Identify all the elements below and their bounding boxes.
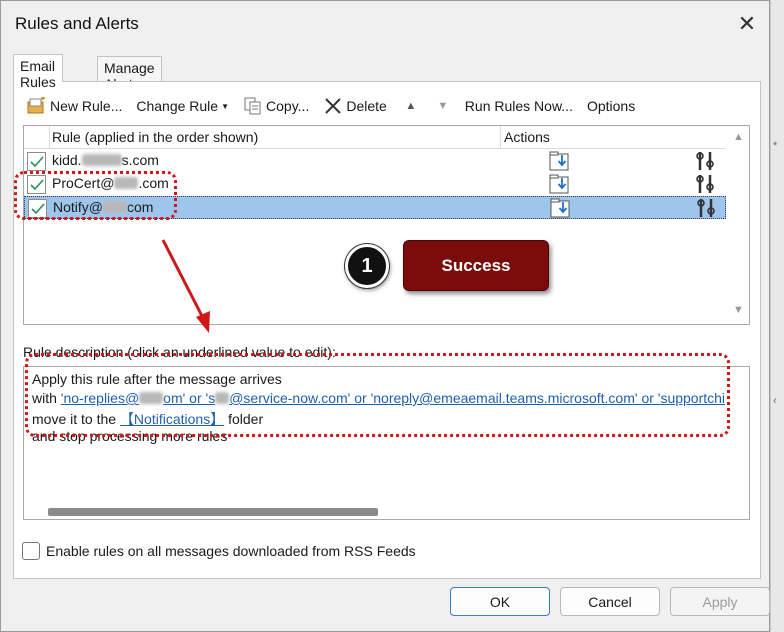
new-rule-button[interactable]: New Rule... bbox=[24, 94, 125, 118]
move-to-folder-icon bbox=[549, 174, 569, 194]
options-label: Options bbox=[586, 98, 636, 114]
close-button[interactable]: ✕ bbox=[729, 7, 765, 41]
rule-name: kidd. s.com bbox=[52, 152, 159, 168]
background-window-edge: * ‹ bbox=[770, 0, 784, 632]
new-rule-label: New Rule... bbox=[50, 98, 123, 114]
edge-glyph: * bbox=[773, 140, 778, 152]
step-number-badge: 1 bbox=[345, 244, 389, 288]
rule-row[interactable]: kidd. s.com bbox=[24, 150, 726, 173]
rule-name-suffix: s.com bbox=[121, 152, 159, 168]
close-icon: ✕ bbox=[737, 11, 757, 36]
edge-glyph: ‹ bbox=[773, 395, 777, 407]
cancel-button[interactable]: Cancel bbox=[560, 587, 660, 616]
header-rule-column[interactable]: Rule (applied in the order shown) bbox=[52, 129, 258, 145]
move-up-button[interactable]: ▲ bbox=[398, 94, 424, 118]
run-rules-now-button[interactable]: Run Rules Now... bbox=[462, 94, 576, 118]
apply-button[interactable]: Apply bbox=[670, 587, 770, 616]
rules-list[interactable]: Rule (applied in the order shown) Action… bbox=[23, 125, 750, 325]
delete-button[interactable]: Delete bbox=[320, 94, 389, 118]
rule-name-prefix: kidd. bbox=[52, 152, 82, 168]
rule-settings-icon bbox=[696, 152, 714, 170]
rss-option[interactable]: Enable rules on all messages downloaded … bbox=[22, 542, 416, 560]
copy-button[interactable]: Copy... bbox=[240, 94, 312, 118]
title-bar: Rules and Alerts ✕ bbox=[1, 1, 769, 47]
description-highlight-outline bbox=[25, 353, 730, 437]
options-button[interactable]: Options bbox=[584, 94, 638, 118]
chevron-down-icon: ▼ bbox=[221, 101, 230, 111]
header-actions-column[interactable]: Actions bbox=[504, 129, 550, 145]
tab-manage-alerts[interactable]: Manage Alerts bbox=[97, 56, 162, 92]
rule-enabled-checkbox[interactable] bbox=[27, 152, 46, 171]
scroll-up-icon[interactable]: ▲ bbox=[733, 131, 744, 143]
rss-option-label: Enable rules on all messages downloaded … bbox=[46, 543, 416, 559]
scroll-down-icon[interactable]: ▼ bbox=[733, 304, 744, 316]
rules-highlight-outline bbox=[14, 171, 177, 220]
rule-settings-icon bbox=[697, 199, 715, 217]
move-up-icon: ▲ bbox=[405, 100, 417, 112]
checkmark-icon bbox=[29, 155, 44, 167]
description-scrollbar[interactable] bbox=[24, 503, 749, 519]
delete-icon bbox=[323, 96, 343, 116]
move-down-icon: ▼ bbox=[437, 100, 449, 112]
list-header: Rule (applied in the order shown) Action… bbox=[24, 126, 726, 149]
delete-label: Delete bbox=[346, 98, 387, 114]
scrollbar-thumb[interactable] bbox=[48, 508, 378, 516]
move-to-folder-icon bbox=[550, 198, 570, 218]
tab-email-rules[interactable]: Email Rules bbox=[13, 54, 63, 90]
success-label-badge: Success bbox=[403, 240, 549, 291]
rule-settings-icon bbox=[696, 175, 714, 193]
run-rules-now-label: Run Rules Now... bbox=[464, 98, 573, 114]
header-divider bbox=[500, 126, 501, 149]
rules-list-scrollbar[interactable]: ▲ ▼ bbox=[727, 126, 749, 324]
new-rule-icon bbox=[27, 96, 47, 116]
header-check-column bbox=[24, 126, 50, 149]
copy-icon bbox=[243, 96, 263, 116]
redacted-text bbox=[81, 154, 122, 166]
copy-label: Copy... bbox=[266, 98, 310, 114]
move-to-folder-icon bbox=[549, 151, 569, 171]
change-rule-dropdown[interactable]: Change Rule ▼ bbox=[133, 94, 232, 118]
rules-toolbar: New Rule... Change Rule ▼ Copy... Delete… bbox=[24, 93, 646, 119]
window-title: Rules and Alerts bbox=[15, 14, 139, 33]
move-down-button[interactable]: ▼ bbox=[430, 94, 456, 118]
change-rule-label: Change Rule bbox=[136, 98, 219, 114]
ok-button[interactable]: OK bbox=[450, 587, 550, 616]
rss-checkbox[interactable] bbox=[22, 542, 40, 560]
